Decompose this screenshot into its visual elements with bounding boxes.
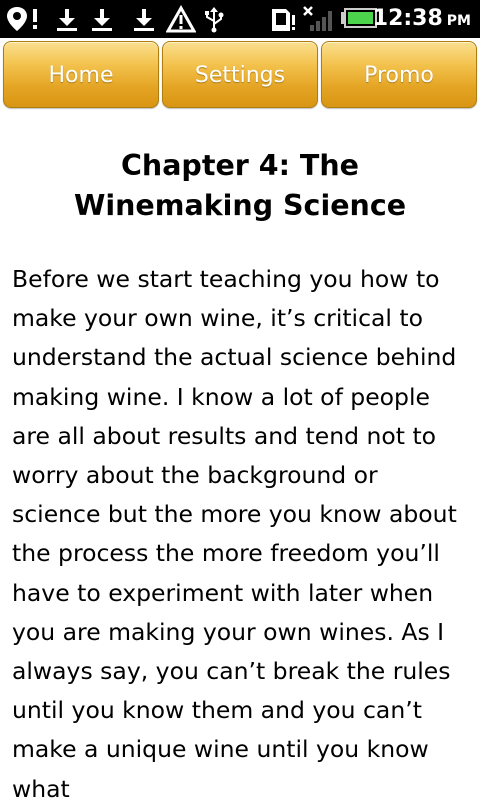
clock-time: 12:38 [372, 6, 443, 31]
chapter-body-text: Before we start teaching you how to make… [12, 265, 457, 800]
download-icon [92, 9, 112, 31]
location-alert-icon [7, 7, 37, 31]
chapter-content[interactable]: Chapter 4: The Winemaking Science Before… [0, 112, 480, 800]
status-bar: 12:38 PM [0, 0, 480, 38]
tab-settings[interactable]: Settings [162, 41, 318, 108]
clock-ampm: PM [446, 13, 471, 29]
usb-icon [205, 7, 224, 33]
nav-bar: Home Settings Promo [0, 38, 480, 112]
tab-promo[interactable]: Promo [321, 41, 477, 108]
sd-card-icon [272, 9, 295, 31]
download-icon [134, 9, 154, 31]
download-icon [57, 9, 77, 31]
chapter-title: Chapter 4: The Winemaking Science [73, 149, 407, 222]
warning-icon [166, 5, 196, 33]
tab-home[interactable]: Home [3, 41, 159, 108]
no-signal-icon [303, 6, 332, 31]
clock: 12:38 PM [373, 6, 471, 34]
